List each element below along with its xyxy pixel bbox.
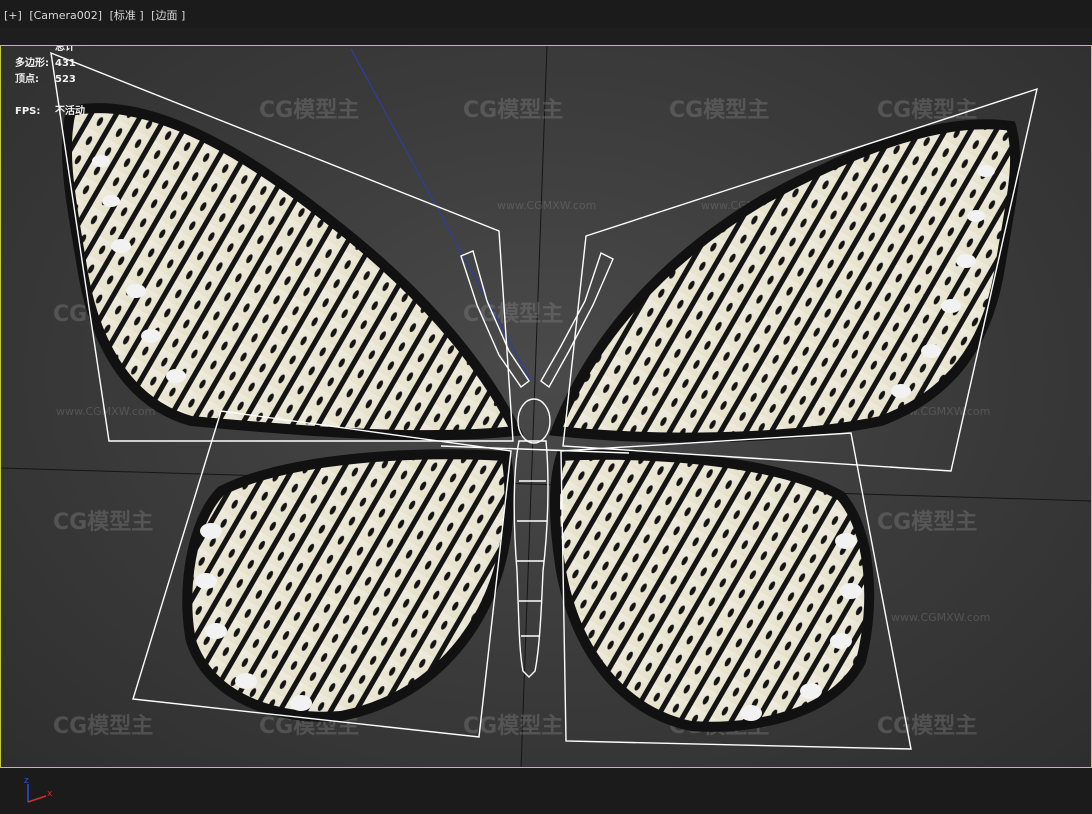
stats-vertices: 顶点: 523 (15, 70, 76, 85)
axis-gizmo-icon: z x (24, 776, 53, 803)
stats-fps-value: 不活动 (55, 106, 85, 117)
viewport-shading-menu[interactable]: [标准 ] (110, 9, 144, 22)
wing-upper-left (61, 103, 524, 441)
axis-x-label: x (47, 789, 53, 799)
stats-vertices-value: 523 (55, 74, 76, 85)
watermark-text: CG模型主 (463, 714, 563, 739)
stats-polygons: 多边形: 431 (15, 54, 76, 69)
watermark-text: CG模型主 (877, 98, 977, 123)
watermark-text: CG模型主 (463, 98, 563, 123)
watermark-text: CG模型主 (259, 98, 359, 123)
watermark-text: CG模型主 (53, 714, 153, 739)
watermark-text: CG模型主 (53, 510, 153, 535)
watermark-url: www.CGMXW.com (891, 611, 990, 624)
stats-fps: FPS: 不活动 (15, 102, 85, 117)
wing-lower-right (550, 449, 875, 732)
watermark-text: CG模型主 (877, 714, 977, 739)
stats-polygons-value: 431 (55, 58, 76, 69)
wing-lower-left (182, 449, 515, 722)
viewport-display-mode-menu[interactable]: [边面 ] (151, 9, 185, 22)
watermark-url: www.CGMXW.com (497, 199, 596, 212)
stats-fps-label: FPS: (15, 106, 41, 117)
viewport-plus-menu[interactable]: [+] (4, 9, 22, 22)
axis-x-line (27, 795, 47, 803)
viewport-label-menu: [+] [Camera002] [标准 ] [边面 ] (4, 7, 189, 23)
viewport-header: [+] [Camera002] [标准 ] [边面 ] (0, 0, 1092, 28)
camera-viewport[interactable]: CG模型主 CG模型主 CG模型主 CG模型主 CG模型主 CG模型主 CG模型… (0, 45, 1092, 768)
grid-axis-vertical (520, 46, 548, 767)
viewport-camera-menu[interactable]: [Camera002] (29, 9, 102, 22)
viewport-footer: z x (0, 768, 1092, 814)
watermark-text: CG模型主 (669, 98, 769, 123)
grid-axis-horizontal (1, 467, 1091, 502)
stats-polygons-label: 多边形: (15, 58, 49, 69)
stats-vertices-label: 顶点: (15, 74, 39, 85)
stats-header: 总计 (55, 45, 75, 53)
watermark-text: CG模型主 (877, 510, 977, 535)
butterfly-scene: CG模型主 CG模型主 CG模型主 CG模型主 CG模型主 CG模型主 CG模型… (1, 46, 1091, 767)
axis-z-label: z (24, 776, 29, 786)
